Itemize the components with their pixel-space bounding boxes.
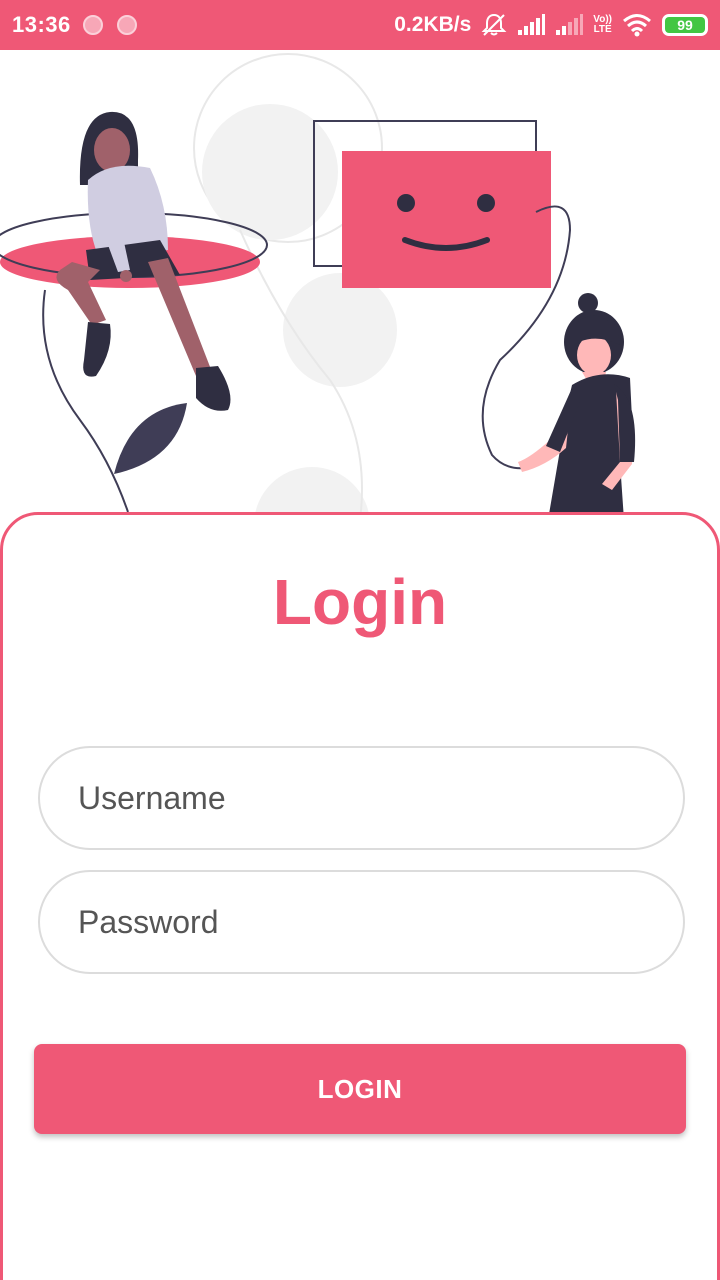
status-indicators: 0.2KB/s Vo)) LTE 99	[394, 12, 708, 38]
network-speed: 0.2KB/s	[394, 13, 472, 36]
smiley-board-icon	[342, 151, 551, 288]
battery-icon: 99	[662, 14, 708, 36]
status-bar: 13:36 0.2KB/s Vo)) LTE 99	[0, 0, 720, 50]
signal-icon-secondary	[556, 14, 584, 35]
mute-bell-icon	[481, 13, 507, 36]
battery-level: 99	[665, 17, 705, 33]
signal-icon	[518, 14, 546, 35]
password-field[interactable]	[38, 870, 685, 974]
wifi-icon	[623, 14, 651, 37]
status-time: 13:36	[12, 12, 71, 37]
login-illustration	[0, 53, 636, 520]
username-input[interactable]	[78, 779, 683, 817]
standing-person-figure	[518, 293, 636, 520]
leaf-decoration	[114, 403, 187, 474]
circle-decoration	[202, 104, 338, 240]
username-field[interactable]	[38, 746, 685, 850]
circle-decoration	[283, 273, 397, 387]
login-button[interactable]: LOGIN	[34, 1044, 686, 1134]
notification-dot-icon	[82, 15, 103, 35]
password-input[interactable]	[78, 903, 683, 941]
volte-indicator: Vo)) LTE	[593, 14, 612, 35]
page-title: Login	[272, 566, 448, 638]
notification-dot-icon	[116, 15, 137, 35]
